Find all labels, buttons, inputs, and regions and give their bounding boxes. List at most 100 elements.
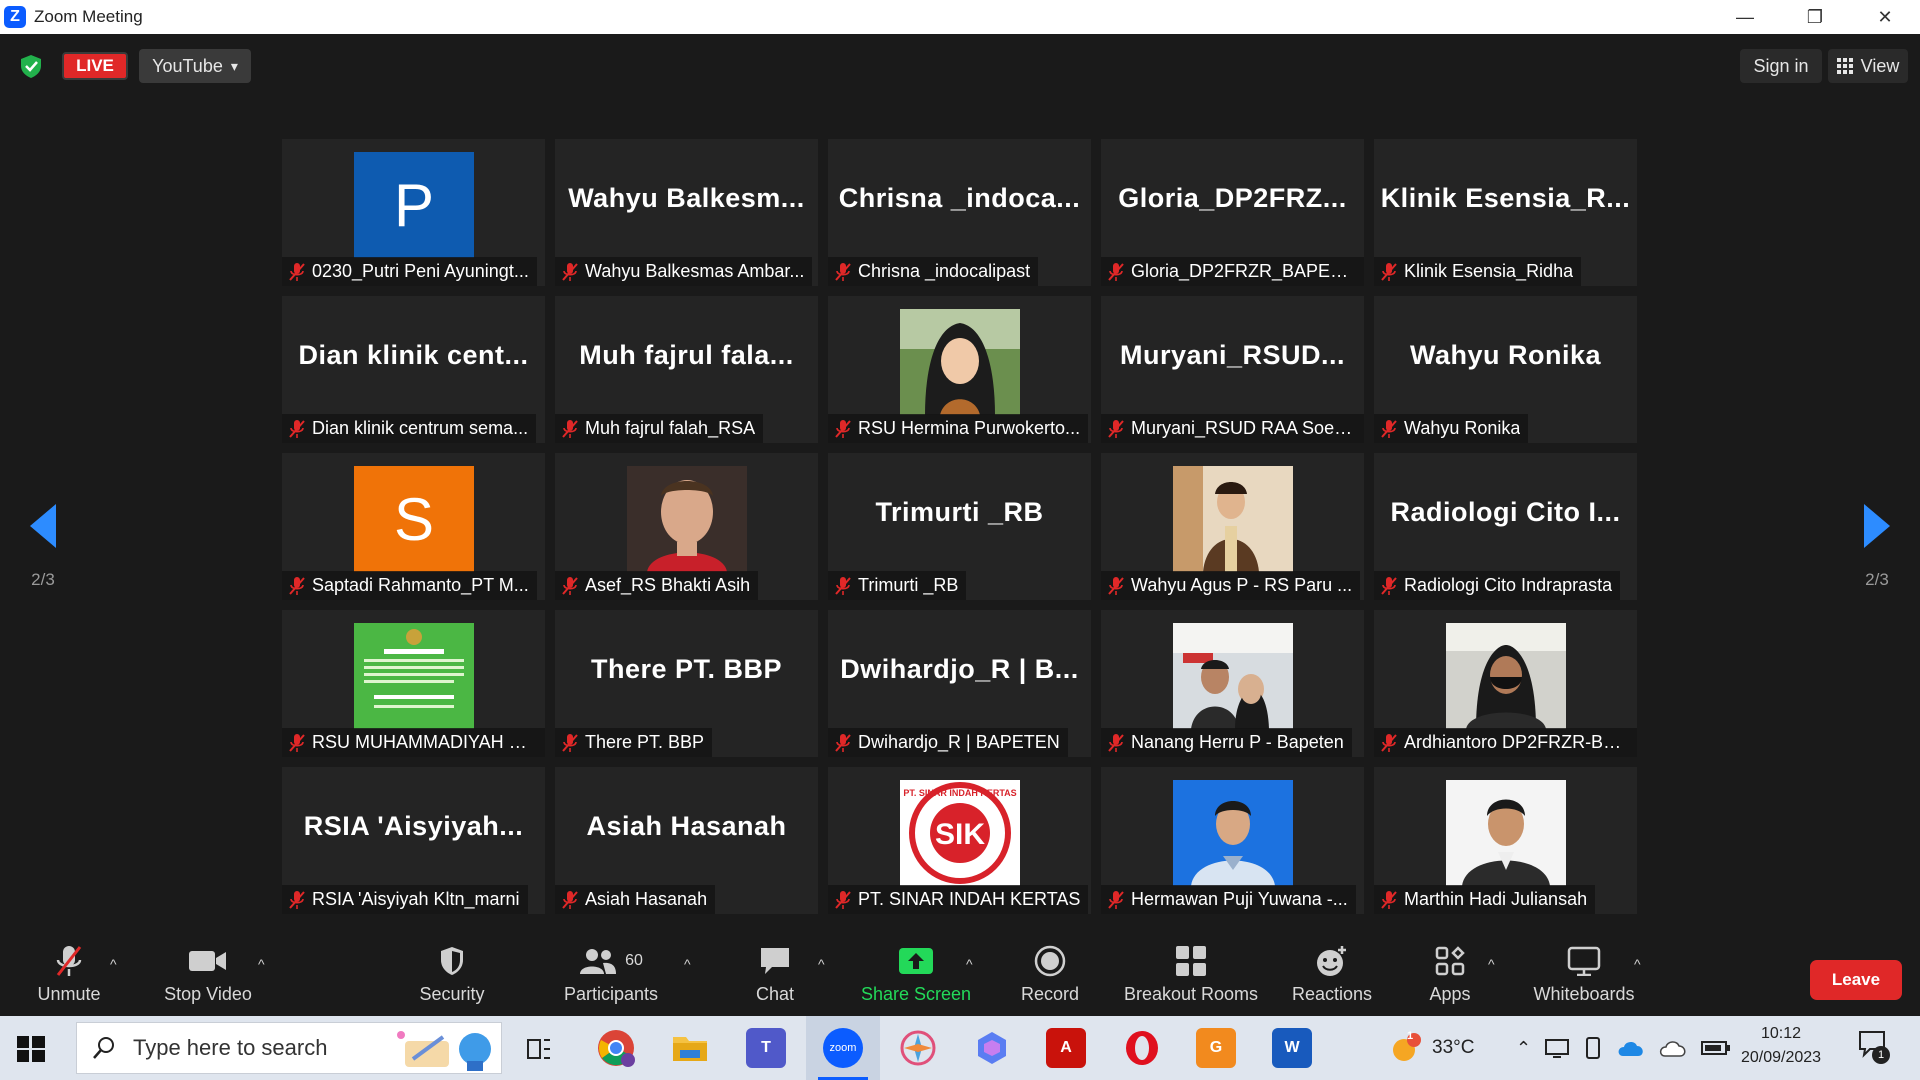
participants-options-caret[interactable]: ^ — [684, 956, 691, 972]
windows-start-icon[interactable] — [16, 1034, 46, 1064]
participant-tile[interactable]: Hermawan Puji Yuwana -... — [1101, 767, 1364, 914]
leave-button[interactable]: Leave — [1810, 960, 1902, 1000]
stop-video-label: Stop Video — [164, 984, 252, 1004]
audio-options-caret[interactable]: ^ — [110, 956, 117, 972]
participant-tile[interactable]: RSIA 'Aisyiyah... RSIA 'Aisyiyah Kltn_mar… — [282, 767, 545, 914]
share-screen-label: Share Screen — [860, 984, 972, 1004]
tray-device-icon[interactable] — [1583, 1037, 1603, 1059]
participant-tile[interactable]: There PT. BBP There PT. BBP — [555, 610, 818, 757]
participant-tile[interactable]: Klinik Esensia_R... Klinik Esensia_Ridha — [1374, 139, 1637, 286]
participant-name-text: Dwihardjo_R | BAPETEN — [858, 732, 1060, 752]
weather-widget[interactable]: 1 33°C — [1390, 1016, 1474, 1080]
participants-button[interactable]: 60 Participants — [556, 938, 666, 1016]
participant-tile[interactable]: Ardhiantoro DP2FRZR-BA... — [1374, 610, 1637, 757]
chevron-up-icon[interactable]: ⌃ — [1516, 1038, 1531, 1059]
participant-name-label: Asef_RS Bhakti Asih — [555, 571, 759, 600]
participant-tile[interactable]: PT. SINAR INDAH KERTAS SIK PT. SINAR INDAH… — [828, 767, 1091, 914]
participant-name-text: Trimurti _RB — [858, 575, 959, 595]
next-page-button[interactable]: 2/3 — [1842, 504, 1912, 614]
word-taskbar-icon[interactable]: W — [1272, 1028, 1312, 1068]
muted-microphone-icon — [1108, 733, 1124, 752]
weather-temperature: 33°C — [1432, 1037, 1475, 1058]
security-shield-icon — [441, 947, 463, 975]
weather-alert-badge: 1 — [1407, 1030, 1414, 1042]
reactions-smiley-icon — [1317, 946, 1346, 976]
minimize-button[interactable]: — — [1710, 0, 1780, 34]
previous-page-button[interactable]: 2/3 — [8, 504, 78, 614]
clock-date: 20/09/2023 — [1740, 1049, 1822, 1066]
participant-display-name: Trimurti _RB — [875, 497, 1044, 527]
adobe-acrobat-taskbar-icon[interactable]: A — [1046, 1028, 1086, 1068]
participant-tile[interactable]: Radiologi Cito I... Radiologi Cito Indrap… — [1374, 453, 1637, 600]
participant-tile[interactable]: Marthin Hadi Juliansah — [1374, 767, 1637, 914]
onedrive-personal-cloud-icon[interactable] — [1659, 1038, 1687, 1058]
pinwheel-app-taskbar-icon[interactable] — [898, 1028, 938, 1068]
restore-button[interactable]: ❐ — [1780, 0, 1850, 34]
apps-button[interactable]: Apps — [1418, 938, 1482, 1016]
share-options-caret[interactable]: ^ — [966, 956, 973, 972]
notification-center-button[interactable]: 1 — [1858, 1030, 1892, 1066]
unmute-button[interactable]: Unmute — [28, 938, 110, 1016]
participant-tile[interactable]: Nanang Herru P - Bapeten — [1101, 610, 1364, 757]
reactions-button[interactable]: Reactions — [1286, 938, 1378, 1016]
opera-taskbar-icon[interactable] — [1122, 1028, 1162, 1068]
participant-tile[interactable]: Asiah Hasanah Asiah Hasanah — [555, 767, 818, 914]
participant-display-name: Radiologi Cito I... — [1390, 497, 1621, 527]
participant-video — [1446, 623, 1566, 729]
view-button[interactable]: View — [1828, 49, 1908, 83]
participant-tile[interactable]: Asef_RS Bhakti Asih — [555, 453, 818, 600]
participant-tile[interactable]: Gloria_DP2FRZ... Gloria_DP2FRZR_BAPETEN — [1101, 139, 1364, 286]
chat-options-caret[interactable]: ^ — [818, 956, 825, 972]
window-title: Zoom Meeting — [34, 7, 143, 26]
participant-tile[interactable]: Trimurti _RB Trimurti _RB — [828, 453, 1091, 600]
teams-taskbar-icon[interactable]: T — [746, 1028, 786, 1068]
encryption-shield-icon[interactable] — [18, 53, 44, 79]
onedrive-cloud-icon[interactable] — [1617, 1038, 1645, 1058]
copilot-taskbar-icon[interactable] — [972, 1028, 1012, 1068]
zoom-taskbar-item[interactable]: zoom — [806, 1016, 880, 1080]
system-clock[interactable]: 10:12 20/09/2023 — [1726, 1022, 1836, 1070]
sign-in-button[interactable]: Sign in — [1740, 49, 1822, 83]
participant-tile[interactable]: Dian klinik cent... Dian klinik centrum s… — [282, 296, 545, 443]
task-view-icon[interactable] — [524, 1034, 554, 1064]
pdf-tool-taskbar-icon[interactable]: G — [1196, 1028, 1236, 1068]
record-button[interactable]: Record — [1010, 938, 1090, 1016]
file-explorer-taskbar-icon[interactable] — [670, 1028, 710, 1068]
security-button[interactable]: Security — [406, 938, 498, 1016]
participant-tile[interactable]: Dwihardjo_R | B... Dwihardjo_R | BAPETEN — [828, 610, 1091, 757]
chat-button[interactable]: Chat — [740, 938, 810, 1016]
youtube-stream-dropdown[interactable]: YouTube ▾ — [139, 49, 251, 83]
video-options-caret[interactable]: ^ — [258, 956, 265, 972]
participant-tile[interactable]: P 0230_Putri Peni Ayuningt... — [282, 139, 545, 286]
participant-tile[interactable]: RSU Hermina Purwokerto... — [828, 296, 1091, 443]
participant-display-name: Klinik Esensia_R... — [1380, 183, 1631, 213]
whiteboards-button[interactable]: Whiteboards — [1528, 938, 1640, 1016]
muted-microphone-icon — [562, 890, 578, 909]
muted-microphone-icon — [289, 733, 305, 752]
apps-options-caret[interactable]: ^ — [1488, 956, 1495, 972]
participant-tile[interactable]: Muh fajrul fala... Muh fajrul falah_RSA — [555, 296, 818, 443]
participant-video — [900, 309, 1020, 415]
live-badge[interactable]: LIVE — [62, 52, 128, 80]
tray-monitor-icon[interactable] — [1545, 1037, 1570, 1059]
participant-tile[interactable]: Wahyu Ronika Wahyu Ronika — [1374, 296, 1637, 443]
participant-video — [627, 466, 747, 572]
participant-tile[interactable]: Muryani_RSUD... Muryani_RSUD RAA Soew... — [1101, 296, 1364, 443]
participant-display-name: Chrisna _indoca... — [838, 183, 1081, 213]
participant-tile[interactable]: S Saptadi Rahmanto_PT M... — [282, 453, 545, 600]
share-screen-button[interactable]: Share Screen — [856, 938, 976, 1016]
participant-tile[interactable]: RSU MUHAMMADIYAH SI... — [282, 610, 545, 757]
chrome-taskbar-icon[interactable] — [596, 1028, 636, 1068]
stop-video-button[interactable]: Stop Video — [158, 938, 258, 1016]
participant-tile[interactable]: Wahyu Agus P - RS Paru ... — [1101, 453, 1364, 600]
participant-tile[interactable]: Chrisna _indoca... Chrisna _indocalipast — [828, 139, 1091, 286]
breakout-rooms-button[interactable]: Breakout Rooms — [1118, 938, 1264, 1016]
logo-letters: SIK — [935, 818, 985, 851]
taskbar-search-box[interactable]: Type here to search — [76, 1022, 502, 1074]
avatar: S — [354, 466, 474, 572]
participant-tile[interactable]: Wahyu Balkesm... Wahyu Balkesmas Ambar... — [555, 139, 818, 286]
meeting-toolbar: Unmute ^ Stop Video ^ Security 60 Partic… — [0, 938, 1920, 1016]
close-button[interactable]: ✕ — [1850, 0, 1920, 34]
participant-name-label: Nanang Herru P - Bapeten — [1101, 728, 1352, 757]
whiteboards-options-caret[interactable]: ^ — [1634, 956, 1641, 972]
